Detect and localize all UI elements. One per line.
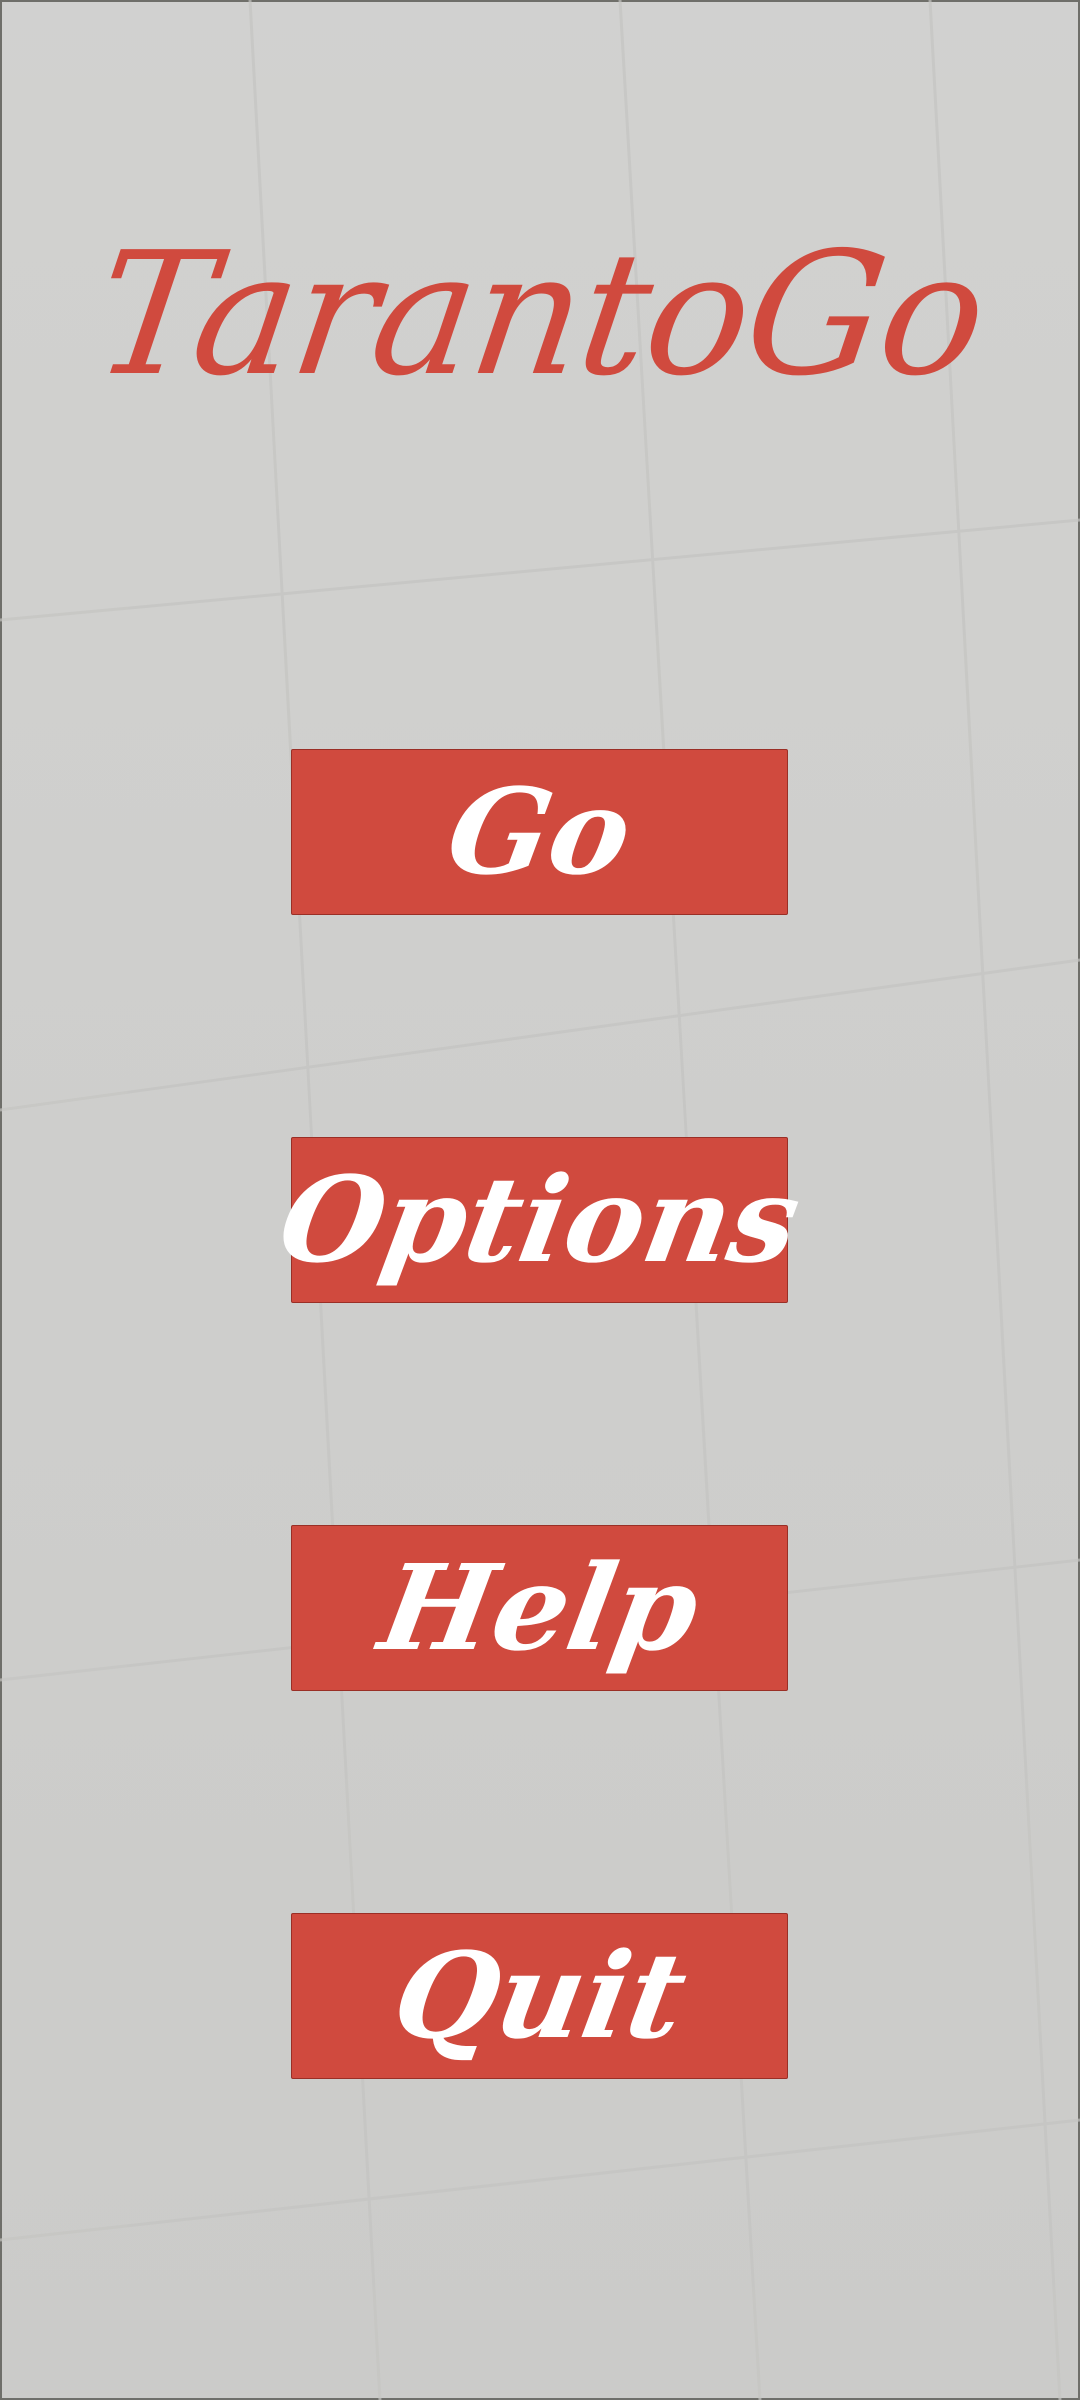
- options-button[interactable]: Options: [270, 1137, 810, 1303]
- quit-button[interactable]: Quit: [291, 1913, 788, 2079]
- game-title: TarantoGo: [83, 216, 997, 414]
- go-button-label: Go: [437, 762, 642, 901]
- help-button[interactable]: Help: [291, 1525, 788, 1691]
- go-button[interactable]: Go: [291, 749, 788, 915]
- options-button-label: Options: [269, 1150, 810, 1289]
- help-button-label: Help: [370, 1538, 709, 1677]
- quit-button-label: Quit: [383, 1926, 696, 2065]
